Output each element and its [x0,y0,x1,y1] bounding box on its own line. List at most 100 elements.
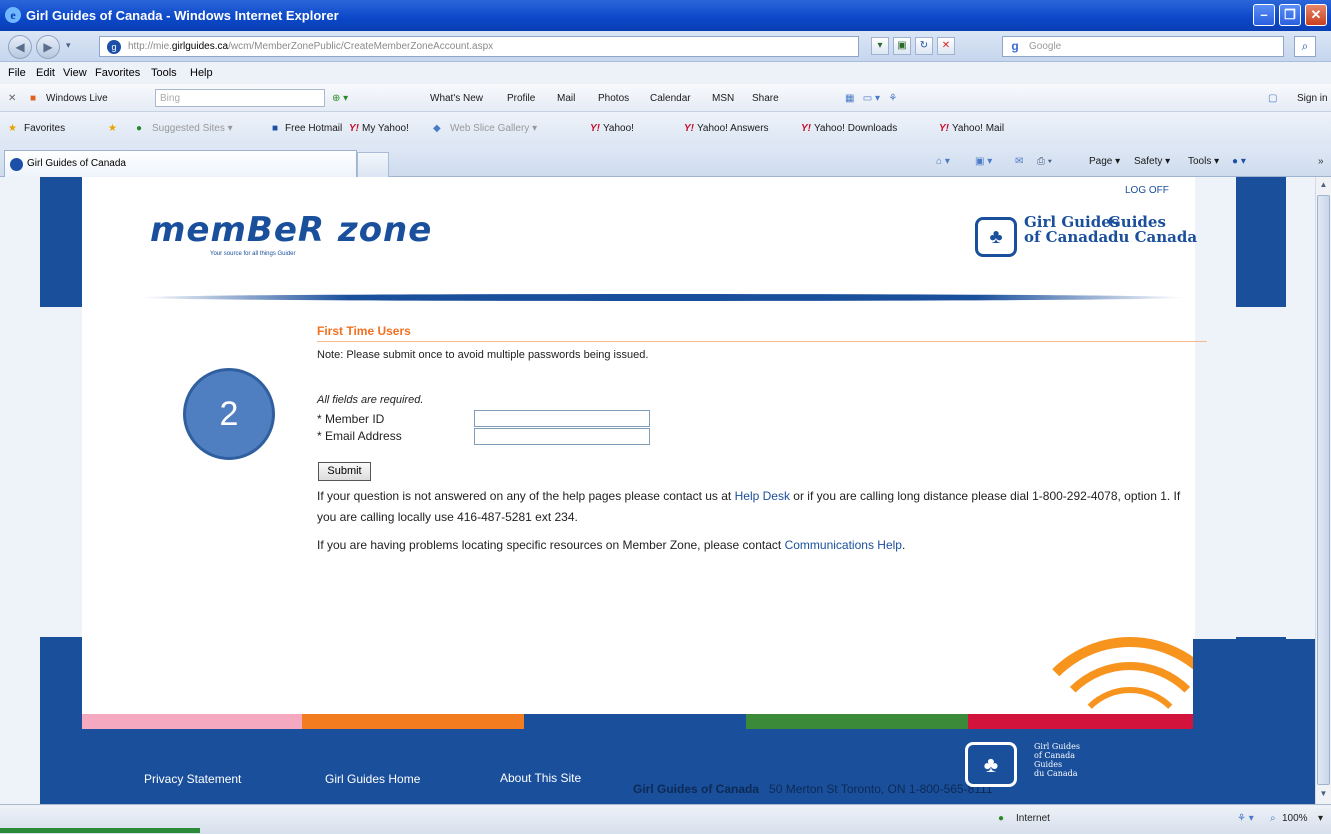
menu-edit[interactable]: Edit [36,67,55,79]
girl-guides-home-link[interactable]: Girl Guides Home [325,772,420,786]
stripe-pink [82,714,302,729]
url-dropdown-icon[interactable]: ▾ [871,37,889,55]
minimize-button[interactable]: – [1253,4,1275,26]
compatibility-icon[interactable]: ▣ [893,37,911,55]
fav-suggested-sites[interactable]: Suggested Sites ▾ [152,123,233,134]
help-desk-link[interactable]: Help Desk [735,489,790,503]
zoom-dropdown-icon[interactable]: ▾ [1318,813,1323,824]
vertical-scrollbar[interactable]: ▲ ▼ [1315,177,1331,804]
live-mail[interactable]: Mail [557,93,575,104]
footer-address-details: 50 Merton St Toronto, ON 1-800-565-8111 [769,782,993,796]
zoom-level[interactable]: 100% [1282,813,1308,824]
org-en-line-2: of Canada [1024,228,1109,246]
internet-zone-icon: ● [998,813,1005,824]
bing-search-icon[interactable]: ⊕ ▾ [332,93,348,104]
left-blue-panel-bottom [40,637,82,804]
communications-paragraph: If you are having problems locating spec… [317,538,905,552]
tab-label: Girl Guides of Canada [27,158,126,169]
safety-menu[interactable]: Safety ▾ [1134,156,1170,167]
submit-button[interactable]: Submit [318,462,371,481]
fav-yahoo[interactable]: Yahoo! [603,123,634,134]
favorites-button[interactable]: Favorites [24,123,65,134]
maximize-button[interactable]: ❐ [1279,4,1301,26]
scroll-up-icon[interactable]: ▲ [1318,180,1329,189]
footer-address: Girl Guides of Canada 50 Merton St Toron… [633,782,993,796]
url-input[interactable]: g http://mie.girlguides.ca/wcm/MemberZon… [99,36,859,57]
bing-search-input[interactable]: Bing [155,89,325,107]
yahoo-icon: Y! [801,123,811,134]
menu-file[interactable]: File [8,67,26,79]
favorites-bar: ★ Favorites ★ ● Suggested Sites ▾ ■ Free… [0,112,1331,144]
fav-web-slice-gallery[interactable]: Web Slice Gallery ▾ [450,123,537,134]
scroll-down-icon[interactable]: ▼ [1318,789,1329,798]
member-id-input[interactable] [474,410,650,427]
live-calendar[interactable]: Calendar [650,93,691,104]
page-menu[interactable]: Page ▾ [1089,156,1120,167]
print-icon[interactable]: ⎙ ▾ [1037,156,1052,167]
fav-yahoo-answers[interactable]: Yahoo! Answers [697,123,769,134]
toolbar-overflow-icon[interactable]: » [1318,156,1324,167]
fav-yahoo-downloads[interactable]: Yahoo! Downloads [814,123,897,134]
live-share[interactable]: Share [752,93,779,104]
window-title: Girl Guides of Canada - Windows Internet… [26,8,339,23]
step-badge: 2 [183,368,275,460]
add-favorite-icon[interactable]: ★ [108,123,117,134]
help-icon[interactable]: ● ▾ [1232,156,1246,167]
security-zone[interactable]: Internet [1016,813,1050,824]
log-off-link[interactable]: LOG OFF [1125,185,1169,196]
tab-row: Girl Guides of Canada ⌂ ▾ ▣ ▾ ✉ ⎙ ▾ Page… [0,144,1331,177]
web-slice-icon: ◆ [433,123,441,134]
recent-pages-icon[interactable]: ▾ [66,40,71,51]
close-button[interactable]: ✕ [1305,4,1327,26]
feeds-icon[interactable]: ▣ ▾ [975,156,992,167]
about-this-site-link[interactable]: About This Site [500,771,581,785]
tab-girl-guides[interactable]: Girl Guides of Canada [4,150,357,177]
submit-note: Note: Please submit once to avoid multip… [317,349,649,361]
live-msn[interactable]: MSN [712,93,734,104]
menu-help[interactable]: Help [190,67,213,79]
trefoil-logo-icon[interactable]: ♣ [975,217,1017,257]
sign-in-link[interactable]: Sign in [1297,93,1328,104]
live-photos[interactable]: Photos [598,93,629,104]
windows-live-brand[interactable]: Windows Live [46,93,108,104]
back-button[interactable]: ◀ [8,35,32,59]
help-paragraph: If your question is not answered on any … [317,486,1197,528]
refresh-icon[interactable]: ↻ [915,37,933,55]
menu-view[interactable]: View [63,67,87,79]
protected-mode-icon[interactable]: ⚘ ▾ [1237,813,1254,824]
loading-progress [0,828,200,833]
close-toolbar-icon[interactable]: ✕ [8,93,16,104]
color-stripe [82,714,1193,729]
search-button[interactable]: ⌕ [1294,36,1316,57]
help-text-1: If your question is not answered on any … [317,489,735,503]
menu-tools[interactable]: Tools [151,67,177,79]
privacy-statement-link[interactable]: Privacy Statement [144,772,241,786]
live-whats-new[interactable]: What's New [430,93,483,104]
live-profile[interactable]: Profile [507,93,535,104]
stripe-green [746,714,968,729]
menu-bar: File Edit View Favorites Tools Help [0,62,1331,84]
new-tab-button[interactable] [357,152,389,177]
search-placeholder: Google [1029,41,1062,52]
section-title: First Time Users [317,324,411,338]
url-path: /wcm/MemberZonePublic/CreateMemberZoneAc… [228,41,494,52]
fav-free-hotmail[interactable]: Free Hotmail [285,123,342,134]
tools-menu[interactable]: Tools ▾ [1188,156,1219,167]
address-bar: ◀ ▶ ▾ g http://mie.girlguides.ca/wcm/Mem… [0,31,1331,62]
search-input[interactable]: g Google [1002,36,1284,57]
email-input[interactable] [474,428,650,445]
url-domain: girlguides.ca [171,41,229,52]
footer-logo-line: du Canada [1034,769,1078,778]
communications-help-link[interactable]: Communications Help [785,538,902,552]
fav-my-yahoo[interactable]: My Yahoo! [362,123,409,134]
home-icon[interactable]: ⌂ ▾ [936,156,950,167]
stop-icon[interactable]: ✕ [937,37,955,55]
read-mail-icon[interactable]: ✉ [1015,156,1023,167]
menu-favorites[interactable]: Favorites [95,67,140,79]
org-name-english: Girl Guides of Canada [1024,215,1119,245]
forward-button[interactable]: ▶ [36,35,60,59]
scrollbar-thumb[interactable] [1317,195,1330,785]
fav-yahoo-mail[interactable]: Yahoo! Mail [952,123,1004,134]
live-tools-icon[interactable]: ▦ ▭ ▾ ⚘ [845,93,897,104]
member-zone-logo[interactable]: memBeR zone [150,210,432,250]
